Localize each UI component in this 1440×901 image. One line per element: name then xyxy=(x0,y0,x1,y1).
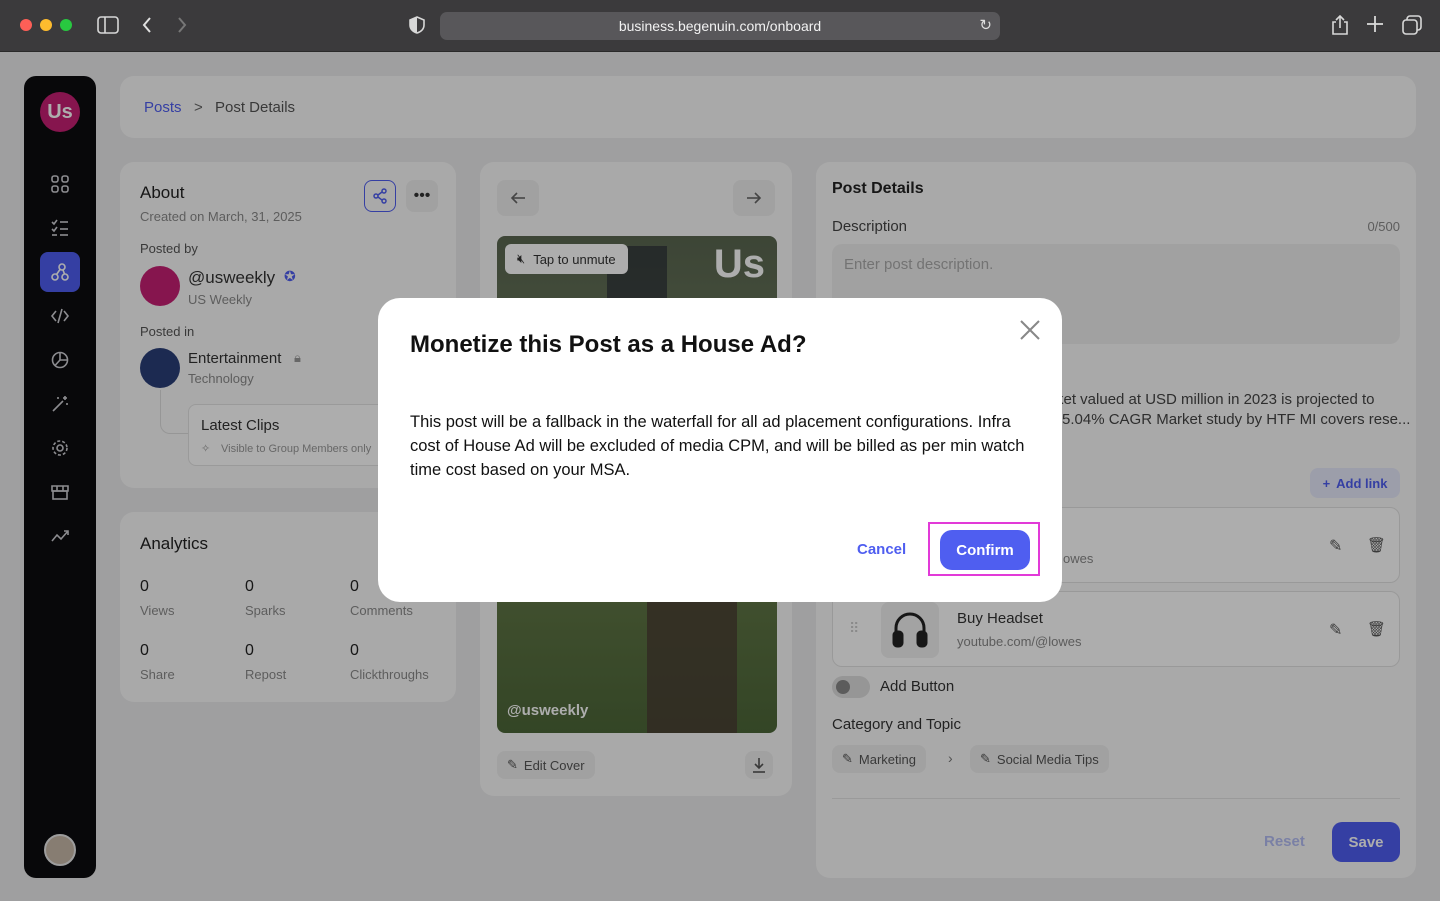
reload-icon[interactable]: ↻ xyxy=(979,12,992,40)
zoom-window-button[interactable] xyxy=(60,19,72,31)
cancel-button[interactable]: Cancel xyxy=(857,541,906,558)
new-tab-icon[interactable] xyxy=(1366,15,1384,37)
monetize-dialog: Monetize this Post as a House Ad? This p… xyxy=(378,298,1062,602)
minimize-window-button[interactable] xyxy=(40,19,52,31)
browser-toolbar: business.begenuin.com/onboard ↻ xyxy=(0,0,1440,52)
sidebar-toggle-icon[interactable] xyxy=(97,16,119,38)
share-icon[interactable] xyxy=(1331,14,1349,39)
back-icon[interactable] xyxy=(141,16,153,38)
address-bar[interactable]: business.begenuin.com/onboard ↻ xyxy=(440,12,1000,40)
confirm-button[interactable]: Confirm xyxy=(940,530,1030,570)
forward-icon[interactable] xyxy=(176,16,188,38)
dialog-body: This post will be a fallback in the wate… xyxy=(410,413,1025,479)
dialog-title: Monetize this Post as a House Ad? xyxy=(410,331,807,358)
url-text: business.begenuin.com/onboard xyxy=(618,18,822,34)
tabs-overview-icon[interactable] xyxy=(1402,15,1422,39)
shield-icon[interactable] xyxy=(409,16,425,38)
close-window-button[interactable] xyxy=(20,19,32,31)
close-icon[interactable] xyxy=(1018,318,1042,342)
